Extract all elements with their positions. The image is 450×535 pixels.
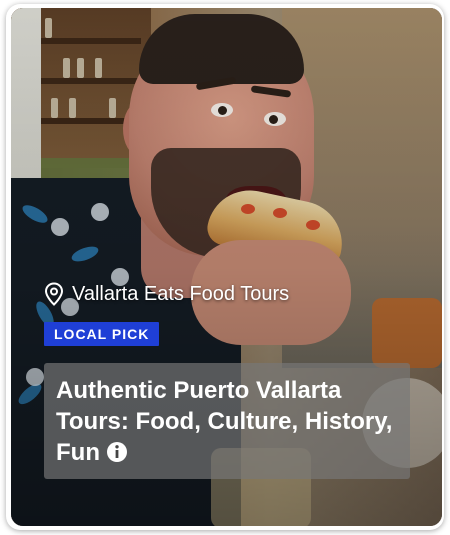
info-icon[interactable] [106, 441, 128, 463]
tour-title[interactable]: Authentic Puerto Vallarta Tours: Food, C… [56, 375, 398, 468]
title-box: Authentic Puerto Vallarta Tours: Food, C… [44, 363, 410, 479]
location-label[interactable]: Vallarta Eats Food Tours [44, 282, 289, 306]
map-pin-icon [44, 282, 64, 306]
badge-label: LOCAL PICK [54, 326, 150, 342]
tour-card[interactable]: Vallarta Eats Food Tours LOCAL PICK Auth… [11, 8, 442, 526]
location-name: Vallarta Eats Food Tours [72, 282, 290, 305]
local-pick-badge: LOCAL PICK [44, 322, 160, 346]
